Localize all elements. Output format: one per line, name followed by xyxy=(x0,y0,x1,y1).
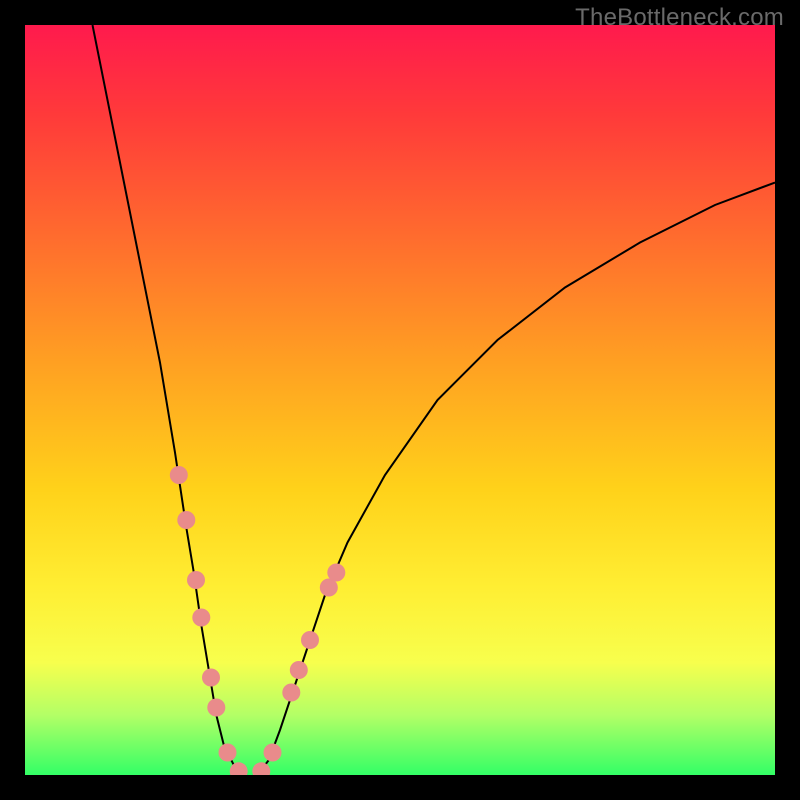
highlight-dot xyxy=(282,684,300,702)
highlight-dot xyxy=(290,661,308,679)
highlight-dot xyxy=(252,762,270,775)
right-curve-path xyxy=(258,183,776,776)
highlight-dot xyxy=(327,564,345,582)
highlight-dot xyxy=(187,571,205,589)
chart-plot-area xyxy=(25,25,775,775)
chart-svg xyxy=(25,25,775,775)
highlight-dots-group xyxy=(170,466,345,775)
highlight-dot xyxy=(202,669,220,687)
highlight-dot xyxy=(192,609,210,627)
highlight-dot xyxy=(170,466,188,484)
highlight-dot xyxy=(219,744,237,762)
highlight-dot xyxy=(301,631,319,649)
highlight-dot xyxy=(264,744,282,762)
highlight-dot xyxy=(177,511,195,529)
highlight-dot xyxy=(207,699,225,717)
left-curve-path xyxy=(93,25,243,775)
